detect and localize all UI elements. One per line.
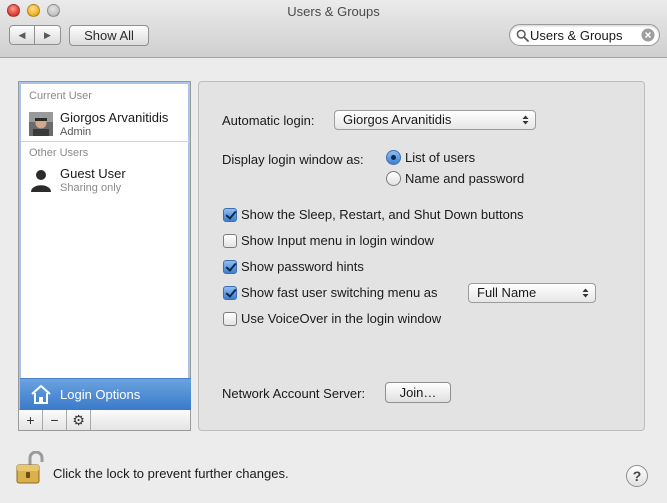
lock-icon[interactable]	[14, 451, 46, 485]
user-name: Guest User	[60, 166, 126, 181]
checkbox-label: Show password hints	[241, 259, 364, 274]
checkbox-label: Show fast user switching menu as	[241, 285, 438, 300]
clear-icon[interactable]	[641, 28, 655, 42]
remove-user-button[interactable]: −	[43, 410, 67, 430]
join-button[interactable]: Join…	[385, 382, 451, 403]
updown-arrows-icon	[522, 115, 529, 125]
back-arrow-icon: ◀	[18, 29, 26, 40]
radio-label: List of users	[405, 150, 476, 165]
plus-icon: +	[26, 412, 35, 428]
navigation-buttons: ◀ ▶	[9, 25, 61, 45]
user-role: Admin	[60, 126, 92, 138]
house-icon	[31, 385, 51, 404]
login-options-panel: Automatic login: Giorgos Arvanitidis Dis…	[198, 81, 645, 431]
forward-arrow-icon: ▶	[44, 29, 51, 40]
automatic-login-popup[interactable]: Giorgos Arvanitidis	[334, 110, 536, 130]
user-row-guest[interactable]: Guest User Sharing only	[19, 164, 190, 200]
help-button[interactable]: ?	[626, 465, 648, 487]
checkbox-label: Show Input menu in login window	[241, 233, 434, 248]
checkbox-password-hints[interactable]: Show password hints	[223, 259, 364, 274]
titlebar: Users & Groups ◀ ▶ Show All	[0, 0, 667, 58]
checkbox[interactable]	[223, 311, 237, 326]
fast-switch-value: Full Name	[477, 285, 537, 300]
users-list: Current User Giorgos Arvanitidis Admin O…	[18, 81, 191, 410]
sidebar-toolbar: + − ⚙	[18, 410, 191, 431]
guest-user-icon	[31, 170, 51, 192]
login-options-label: Login Options	[60, 387, 141, 402]
radio-name-and-password[interactable]: Name and password	[386, 171, 524, 186]
add-user-button[interactable]: +	[19, 410, 43, 430]
checkbox[interactable]	[223, 233, 237, 248]
radio-button[interactable]	[386, 171, 401, 186]
gear-icon: ⚙	[72, 411, 85, 428]
current-user-header: Current User	[29, 90, 92, 102]
checkbox[interactable]	[223, 259, 237, 274]
updown-arrows-icon	[582, 288, 589, 298]
checkbox-sleep-restart-shutdown[interactable]: Show the Sleep, Restart, and Shut Down b…	[223, 207, 524, 222]
fast-switch-popup[interactable]: Full Name	[468, 283, 596, 303]
forward-button[interactable]: ▶	[35, 25, 61, 45]
checkbox-voiceover[interactable]: Use VoiceOver in the login window	[223, 311, 441, 326]
radio-button[interactable]	[386, 150, 401, 165]
sidebar-divider	[21, 141, 190, 142]
user-role: Sharing only	[60, 182, 122, 194]
action-menu-button[interactable]: ⚙	[67, 410, 91, 430]
display-login-label: Display login window as:	[222, 152, 364, 167]
checkbox[interactable]	[223, 207, 237, 222]
automatic-login-value: Giorgos Arvanitidis	[343, 112, 452, 127]
radio-list-of-users[interactable]: List of users	[386, 150, 475, 165]
show-all-button[interactable]: Show All	[69, 25, 149, 46]
user-row-current[interactable]: Giorgos Arvanitidis Admin	[19, 108, 190, 144]
network-account-server-label: Network Account Server:	[222, 386, 366, 401]
back-button[interactable]: ◀	[9, 25, 35, 45]
login-options-item[interactable]: Login Options	[20, 378, 191, 410]
minus-icon: −	[50, 412, 59, 428]
automatic-login-label: Automatic login:	[222, 113, 315, 128]
checkbox-label: Show the Sleep, Restart, and Shut Down b…	[241, 207, 524, 222]
search-icon	[516, 29, 529, 42]
checkbox-input-menu[interactable]: Show Input menu in login window	[223, 233, 434, 248]
users-groups-window: Users & Groups ◀ ▶ Show All Current	[0, 0, 667, 503]
checkbox-fast-user-switching[interactable]: Show fast user switching menu as	[223, 285, 438, 300]
window-title: Users & Groups	[287, 4, 380, 19]
lock-status-text: Click the lock to prevent further change…	[53, 466, 289, 481]
checkbox[interactable]	[223, 285, 237, 300]
search-field[interactable]	[509, 24, 660, 46]
checkbox-label: Use VoiceOver in the login window	[241, 311, 442, 326]
radio-label: Name and password	[405, 171, 525, 186]
search-input[interactable]	[530, 27, 638, 43]
user-photo-avatar	[29, 112, 53, 136]
other-users-header: Other Users	[29, 147, 89, 159]
user-name: Giorgos Arvanitidis	[60, 110, 169, 125]
